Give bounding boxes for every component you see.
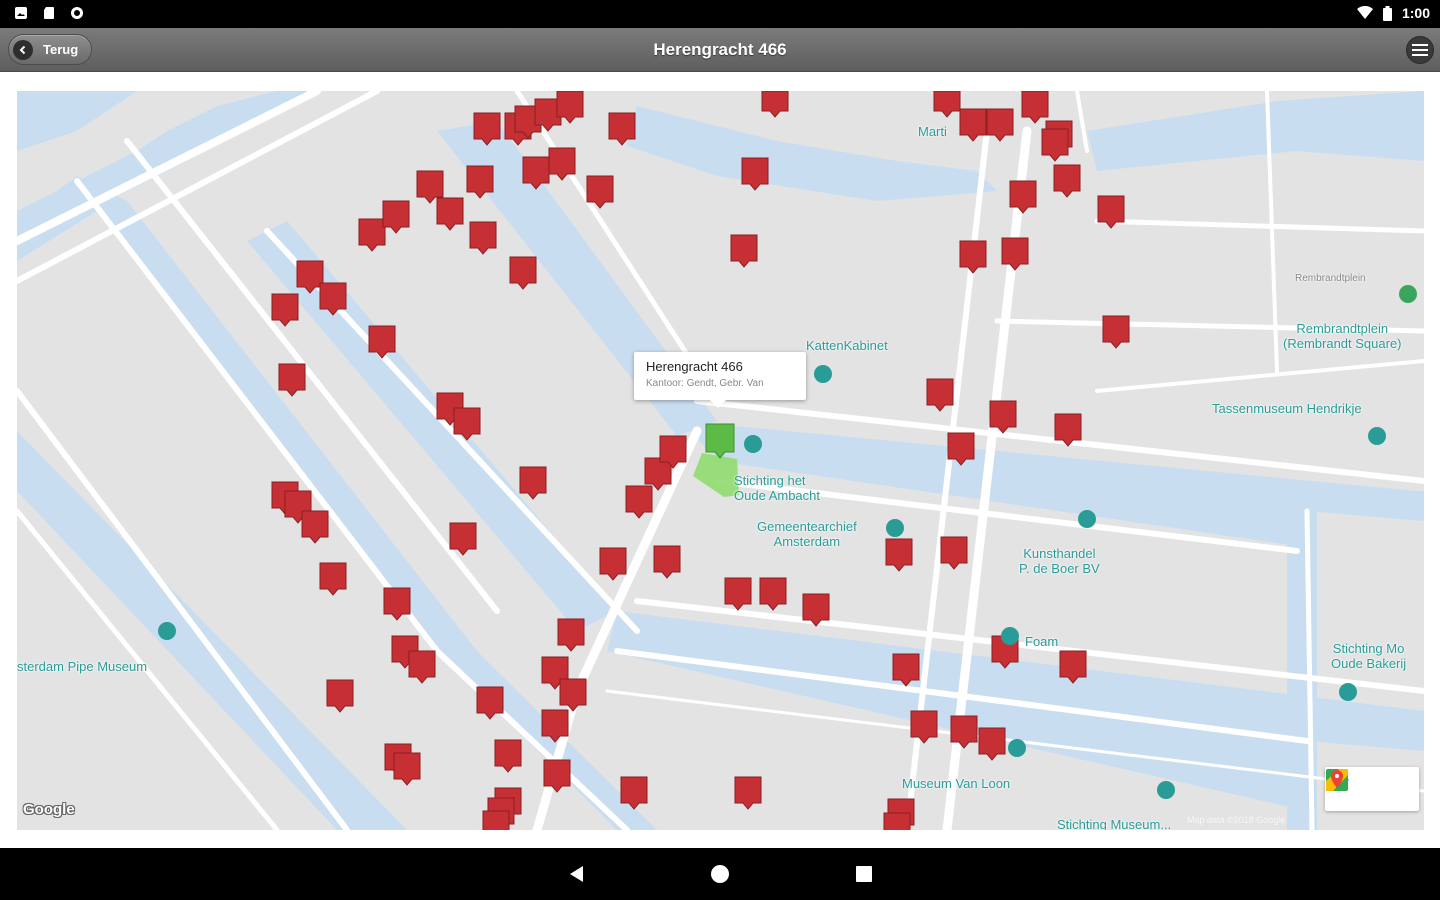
- label-stichting-museum: Stichting Museum...: [1057, 817, 1172, 830]
- battery-icon: [1382, 5, 1392, 21]
- google-maps-icon[interactable]: [1325, 767, 1349, 793]
- info-window-title: Herengracht 466: [646, 359, 743, 374]
- status-time: 1:00: [1401, 5, 1430, 21]
- wifi-icon: [1356, 6, 1373, 19]
- label-museum-van-loon: Museum Van Loon: [902, 776, 1011, 791]
- label-stichting-oude-ambacht: Stichting het Oude Ambacht: [734, 473, 820, 503]
- label-foam: Foam: [1025, 634, 1059, 649]
- label-martin: Marti: [918, 124, 947, 139]
- label-gemeentearchief: Gemeentearchief Amsterdam: [757, 519, 857, 549]
- nav-home-icon[interactable]: [711, 865, 729, 883]
- sync-icon: [71, 7, 83, 19]
- status-bar: 1:00: [0, 0, 1440, 28]
- map-controls: [1325, 767, 1419, 811]
- photo-icon: [15, 7, 27, 19]
- google-logo: Google: [23, 801, 75, 818]
- app-bar: Terug Herengracht 466: [0, 28, 1440, 72]
- info-window-subtitle: Kantoor: Gendt, Gebr. Van: [646, 378, 764, 389]
- label-pipe-museum: sterdam Pipe Museum: [17, 659, 148, 674]
- info-window[interactable]: Herengracht 466 Kantoor: Gendt, Gebr. Va…: [634, 352, 806, 408]
- hamburger-menu-icon[interactable]: [1406, 36, 1434, 64]
- system-nav-bar: [0, 848, 1440, 900]
- label-kattenkabinet: KattenKabinet: [806, 338, 888, 353]
- page-title: Herengracht 466: [653, 40, 787, 59]
- nav-recents-icon[interactable]: [856, 866, 872, 882]
- map-view[interactable]: Marti KattenKabinet Stichting het Oude A…: [17, 91, 1424, 830]
- nav-back-icon[interactable]: [567, 864, 587, 884]
- label-tassenmuseum: Tassenmuseum Hendrikje: [1212, 401, 1362, 416]
- sd-card-icon: [44, 7, 54, 19]
- label-rembrandtplein: Rembrandtplein (Rembrandt Square): [1283, 321, 1402, 351]
- label-rembrandtplein-street: Rembrandtplein: [1295, 273, 1366, 284]
- map-attribution[interactable]: Map data ©2018 Google: [1187, 815, 1285, 825]
- map-canvas: [17, 91, 1424, 830]
- label-kunsthandel: Kunsthandel P. de Boer BV: [1019, 546, 1100, 576]
- label-stichting-oude-bakerij: Stichting Mo Oude Bakerij: [1331, 641, 1407, 671]
